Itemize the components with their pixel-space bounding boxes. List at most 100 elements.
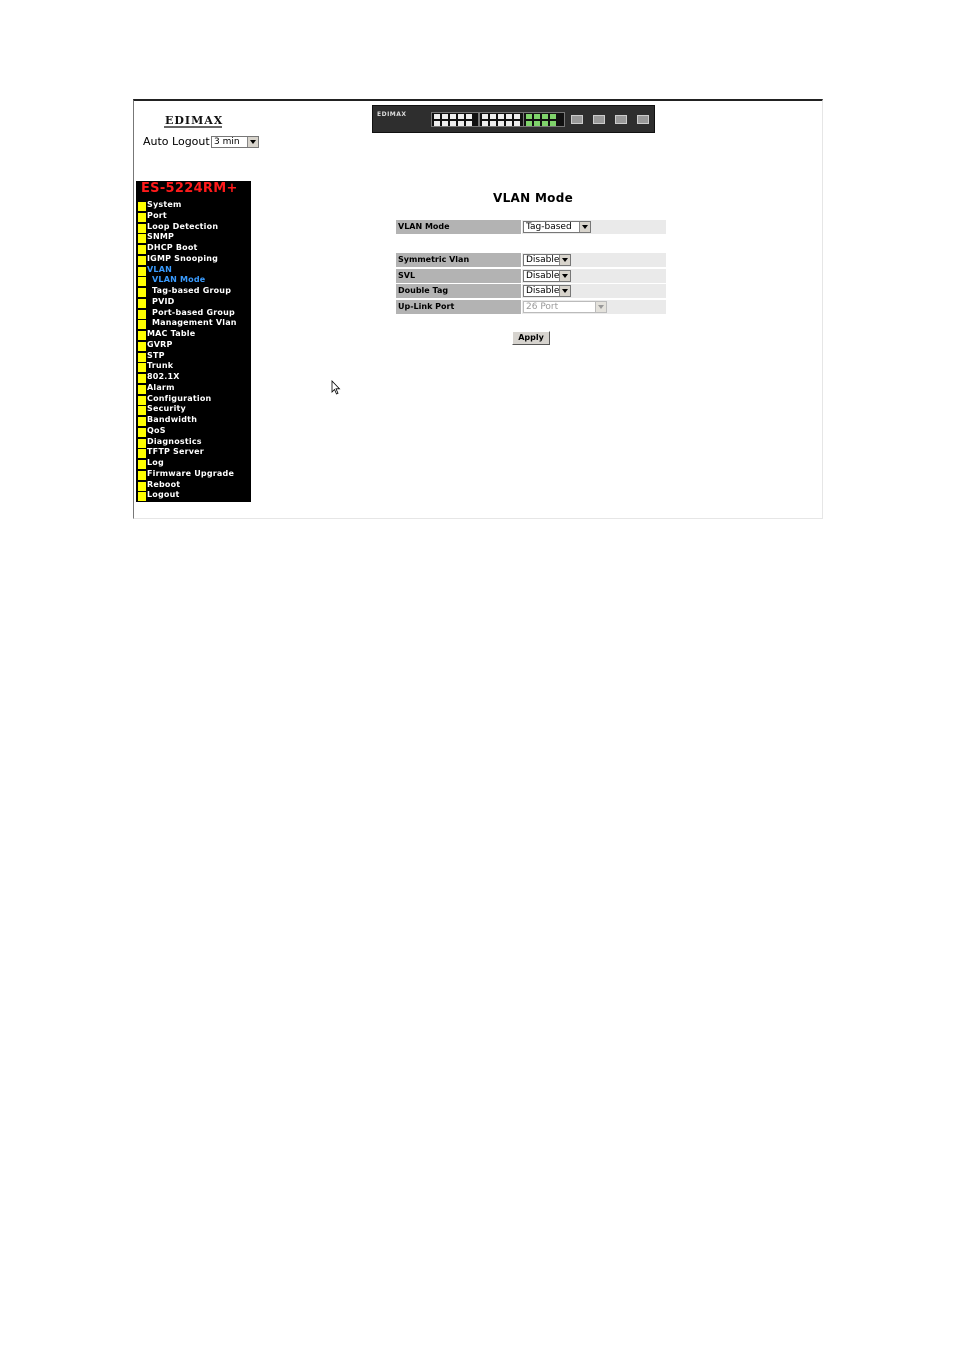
sidebar-item-igmp-snooping[interactable]: IGMP Snooping <box>136 253 251 265</box>
vlan-mode-cell: Tag-based <box>522 220 666 234</box>
sidebar-item-gvrp[interactable]: GVRP <box>136 339 251 351</box>
sidebar-item-system[interactable]: System <box>136 200 251 211</box>
sidebar-item-vlan[interactable]: VLAN <box>136 265 251 276</box>
sidebar-item-pvid[interactable]: PVID <box>136 296 251 308</box>
sfp-slot-2 <box>615 115 627 124</box>
sidebar-item-logout[interactable]: Logout <box>136 490 251 502</box>
sidebar-item-tag-based-group[interactable]: Tag-based Group <box>136 286 251 297</box>
sidebar-item-alarm[interactable]: Alarm <box>136 383 251 394</box>
logo-tagline-bar <box>164 126 222 128</box>
sidebar-item-label: Port <box>147 210 167 220</box>
sidebar-item-label: Firmware Upgrade <box>147 468 235 478</box>
sidebar-item-configuration[interactable]: Configuration <box>136 393 251 405</box>
vlan-mode-select[interactable]: Tag-based <box>523 221 591 233</box>
bullet-square-icon <box>138 384 146 394</box>
sidebar-item-label: PVID <box>152 296 175 306</box>
page-title: VLAN Mode <box>493 191 574 205</box>
sidebar-item-label: 802.1X <box>147 372 180 381</box>
bullet-square-icon <box>138 417 146 426</box>
port-led <box>482 114 488 119</box>
bullet-square-icon <box>138 449 146 459</box>
port-led <box>498 114 504 119</box>
double-tag-select[interactable]: Disable <box>523 285 571 297</box>
bullet-square-icon <box>138 234 146 244</box>
bullet-square-icon <box>138 492 146 502</box>
chevron-down-icon <box>595 302 606 312</box>
port-led <box>434 121 440 126</box>
double-tag-row: Double Tag Disable <box>396 284 666 298</box>
port-led <box>466 114 472 119</box>
sidebar-item-label: GVRP <box>147 339 173 349</box>
switch-panel-image: EDIMAX <box>372 105 655 133</box>
bullet-square-icon <box>138 298 146 308</box>
apply-button[interactable]: Apply <box>512 331 550 345</box>
auto-logout-select[interactable]: 3 min <box>211 136 259 148</box>
sidebar-item-label: Logout <box>147 490 180 500</box>
symmetric-vlan-select[interactable]: Disable <box>523 254 571 266</box>
sidebar-item-qos[interactable]: QoS <box>136 426 251 437</box>
sidebar-item-dhcp-boot[interactable]: DHCP Boot <box>136 243 251 254</box>
port-led <box>466 121 472 126</box>
sidebar-item-log[interactable]: Log <box>136 458 251 469</box>
bullet-square-icon <box>138 309 146 319</box>
svl-value: Disable <box>526 271 560 281</box>
port-led <box>514 121 520 126</box>
bullet-square-icon <box>138 277 146 287</box>
port-led <box>450 114 456 119</box>
sidebar-item-tftp-server[interactable]: TFTP Server <box>136 447 251 459</box>
sidebar-item-label: Loop Detection <box>147 221 219 231</box>
bullet-square-icon <box>138 341 146 351</box>
symmetric-vlan-value: Disable <box>526 255 560 265</box>
sidebar-item-security[interactable]: Security <box>136 404 251 416</box>
sidebar-item-loop-detection[interactable]: Loop Detection <box>136 221 251 233</box>
chevron-down-icon <box>559 286 570 296</box>
bullet-square-icon <box>138 202 146 211</box>
symmetric-vlan-label: Symmetric Vlan <box>396 253 521 267</box>
sidebar-item-label: MAC Table <box>147 329 196 338</box>
sidebar-item-port-based-group[interactable]: Port-based Group <box>136 308 251 319</box>
vlan-mode-row: VLAN Mode Tag-based <box>396 220 666 234</box>
port-led <box>534 121 540 126</box>
sidebar-item-label: Management Vlan <box>152 318 237 328</box>
port-led <box>434 114 440 119</box>
sidebar-item-label: Security <box>147 404 186 414</box>
sidebar: ES-5224RM+ System Port Loop Detection SNMP D… <box>136 181 251 502</box>
port-led <box>498 121 504 126</box>
sidebar-item-802-1x[interactable]: 802.1X <box>136 372 251 383</box>
sidebar-item-firmware-upgrade[interactable]: Firmware Upgrade <box>136 468 251 480</box>
sidebar-item-label: IGMP Snooping <box>147 253 219 263</box>
uplink-port-select[interactable]: 26 Port <box>523 301 607 313</box>
sidebar-item-diagnostics[interactable]: Diagnostics <box>136 436 251 448</box>
sidebar-item-vlan-mode[interactable]: VLAN Mode <box>136 275 251 287</box>
sidebar-item-reboot[interactable]: Reboot <box>136 480 251 491</box>
port-block-1 <box>431 112 479 127</box>
sidebar-item-label: Bandwidth <box>147 415 198 424</box>
sidebar-item-mac-table[interactable]: MAC Table <box>136 329 251 340</box>
svl-select[interactable]: Disable <box>523 270 571 282</box>
bullet-square-icon <box>138 320 146 330</box>
sfp-slot-1 <box>571 115 583 124</box>
svl-cell: Disable <box>522 269 666 283</box>
sidebar-item-label: Configuration <box>147 393 212 403</box>
symmetric-vlan-cell: Disable <box>522 253 666 267</box>
port-led <box>506 114 512 119</box>
chevron-down-icon <box>579 222 590 232</box>
port-led <box>506 121 512 126</box>
uplink-port-label: Up-Link Port <box>396 300 521 314</box>
sidebar-item-bandwidth[interactable]: Bandwidth <box>136 415 251 426</box>
port-led <box>442 114 448 119</box>
sidebar-item-port[interactable]: Port <box>136 210 251 222</box>
bullet-square-icon <box>138 331 146 340</box>
port-led <box>482 121 488 126</box>
port-led <box>442 121 448 126</box>
sidebar-item-stp[interactable]: STP <box>136 351 251 362</box>
port-led <box>550 121 556 126</box>
sidebar-item-trunk[interactable]: Trunk <box>136 361 251 373</box>
sidebar-item-management-vlan[interactable]: Management Vlan <box>136 318 251 330</box>
sidebar-item-label: Log <box>147 458 164 467</box>
sidebar-item-label: Tag-based Group <box>152 286 232 295</box>
port-led <box>514 114 520 119</box>
sidebar-item-snmp[interactable]: SNMP <box>136 232 251 244</box>
sidebar-item-label: Diagnostics <box>147 436 202 446</box>
port-led <box>526 121 532 126</box>
